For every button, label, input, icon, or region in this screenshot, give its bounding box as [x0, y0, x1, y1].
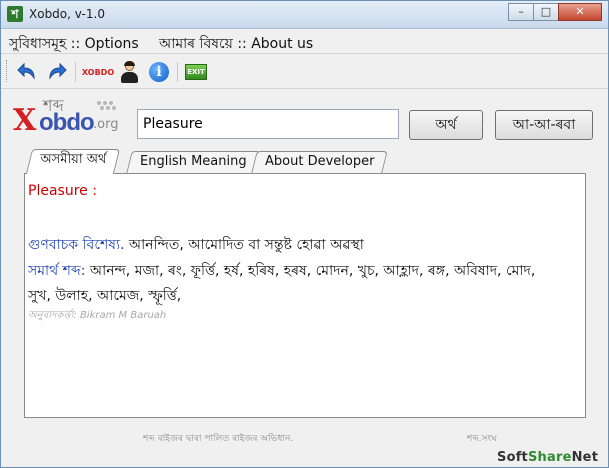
translator-credit: অনুবাদকৰ্ত্তা: Bikram M Baruah	[28, 310, 167, 321]
definition-text: আনন্দিত, আমোদিত বা সন্তুষ্ট হোৱা অৱস্থা	[124, 237, 364, 253]
info-button[interactable]: i	[147, 60, 171, 84]
back-button[interactable]	[15, 60, 39, 84]
synonyms-text: আনন্দ, মজা, ৰং, ফূৰ্ত্তি, হৰ্ষ, হৰিষ, হৰ…	[85, 263, 536, 279]
forward-button[interactable]	[45, 60, 69, 84]
window-title: Xobdo, v-1.0	[29, 7, 105, 21]
exit-button[interactable]: EXIT	[184, 60, 208, 84]
toolbar-grip[interactable]	[6, 60, 9, 82]
window-controls: – □ ✕	[508, 3, 602, 21]
menu-bar: সুবিধাসমূহ :: Options আমাৰ বিষয়ে :: Abo…	[1, 29, 608, 52]
app-icon: শ	[7, 6, 23, 22]
maximize-button[interactable]: □	[533, 3, 559, 21]
search-input[interactable]	[137, 109, 399, 139]
xobdo-logo: শব্দ X obdo .org	[13, 96, 121, 139]
watermark: SoftShareNet	[497, 450, 599, 465]
footer-org: শব্দ.সংঘ	[467, 434, 497, 444]
synonyms-line: সমাৰ্থ শব্দ: আনন্দ, মজা, ৰং, ফূৰ্ত্তি, হ…	[28, 259, 535, 283]
logo-dots	[97, 101, 117, 115]
forward-arrow-icon	[49, 62, 67, 80]
part-of-speech: গুণবাচক বিশেষ্য.	[28, 237, 125, 253]
exit-icon: EXIT	[185, 64, 207, 80]
synonyms-line-2: সুখ, উলাহ, আমেজ, স্ফূৰ্ত্তি,	[28, 288, 182, 304]
title-bar[interactable]: শ Xobdo, v-1.0 – □ ✕	[1, 1, 608, 29]
logo-name: obdo	[39, 109, 95, 136]
tab-assamese-meaning[interactable]: অসমীয়া অৰ্থ	[25, 149, 121, 174]
app-window: শ Xobdo, v-1.0 – □ ✕ সুবিধাসমূহ :: Optio…	[0, 0, 609, 468]
alphabet-button[interactable]: আ-আ-ৰবা	[495, 110, 593, 140]
info-icon: i	[149, 62, 169, 82]
person-icon	[120, 61, 138, 83]
developer-button[interactable]	[117, 60, 141, 84]
logo-x: X	[13, 103, 37, 138]
toolbar-separator	[177, 62, 178, 82]
toolbar-separator	[75, 62, 76, 82]
tab-english-meaning[interactable]: English Meaning	[126, 151, 261, 173]
tab-about-developer[interactable]: About Developer	[251, 151, 389, 173]
meaning-panel: Pleasure : গুণবাচক বিশেষ্য. আনন্দিত, আমো…	[24, 173, 586, 418]
toolbar: XOBDO i EXIT	[1, 53, 608, 89]
minimize-button[interactable]: –	[508, 3, 534, 21]
back-arrow-icon	[17, 62, 35, 80]
xobdo-logo-icon: XOBDO	[81, 67, 115, 77]
meaning-button[interactable]: অৰ্থ	[409, 110, 483, 140]
footer-tagline: শব্দ ৰাইজৰ দ্বাৰা পালিত ৰাইজৰ অভিধান.	[143, 434, 294, 444]
result-word: Pleasure :	[28, 183, 97, 199]
close-button[interactable]: ✕	[558, 3, 602, 21]
logo-suffix: .org	[93, 117, 119, 132]
definition-line: গুণবাচক বিশেষ্য. আনন্দিত, আমোদিত বা সন্ত…	[28, 233, 364, 257]
synonyms-label: সমাৰ্থ শব্দ:	[28, 263, 86, 279]
xobdo-home-button[interactable]: XOBDO	[81, 60, 115, 84]
